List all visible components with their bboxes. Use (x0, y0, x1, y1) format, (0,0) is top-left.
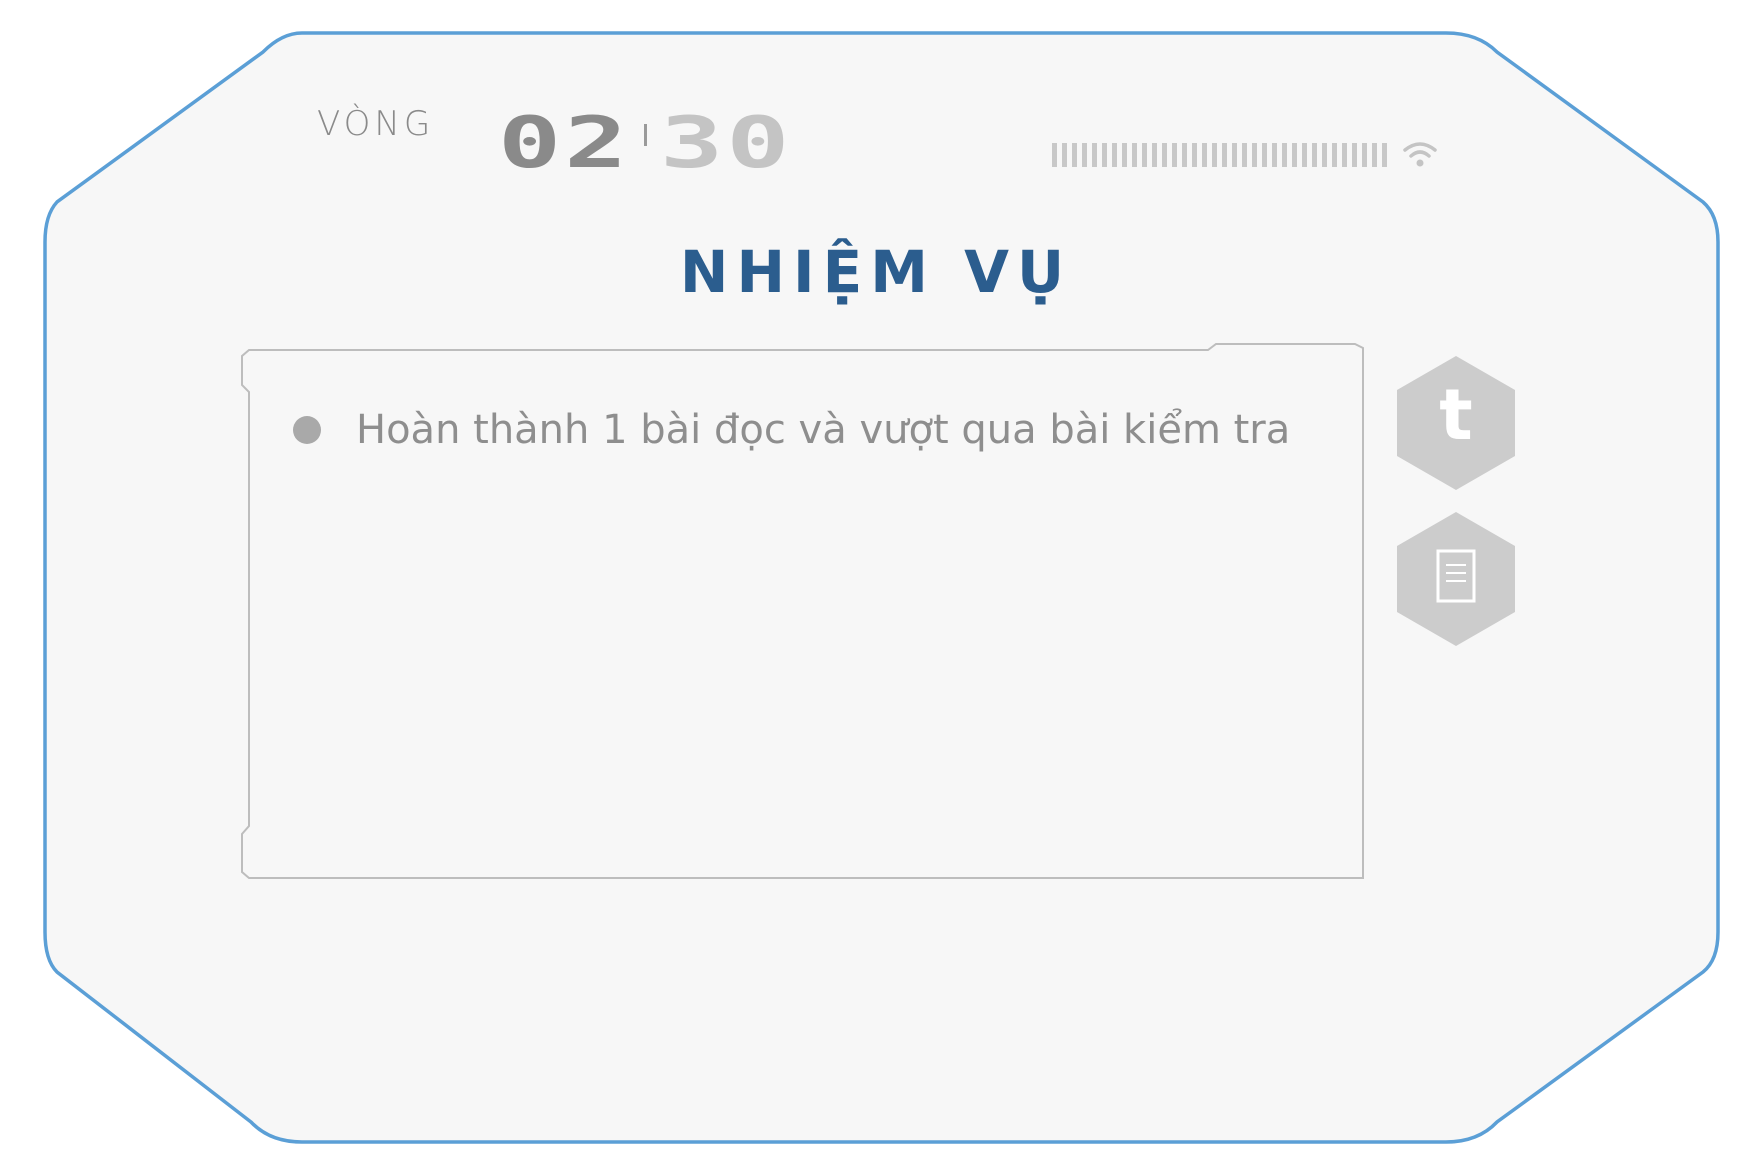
wifi-icon (1403, 142, 1437, 167)
task-text: Hoàn thành 1 bài đọc và vượt qua bài kiể… (356, 407, 1291, 453)
game-screen: VÒNG 02 30 NHIỆM VỤ Hoàn thành 1 bài đọc… (0, 0, 1752, 1175)
letter-t-icon: t (1439, 374, 1473, 456)
translate-button[interactable]: t (1397, 356, 1515, 490)
list-item: Hoàn thành 1 bài đọc và vượt qua bài kiể… (293, 402, 1290, 458)
round-divider (644, 124, 647, 146)
page-title: NHIỆM VỤ (679, 238, 1073, 306)
round-label: VÒNG (317, 104, 435, 144)
task-list: Hoàn thành 1 bài đọc và vượt qua bài kiể… (293, 402, 1290, 458)
round-current-number: 02 (498, 102, 631, 184)
document-button[interactable] (1397, 512, 1515, 646)
signal-strength-bar (1052, 143, 1387, 167)
hexagon-shape (1397, 512, 1515, 646)
bullet-dot (293, 416, 321, 444)
round-total-number: 30 (660, 102, 793, 184)
